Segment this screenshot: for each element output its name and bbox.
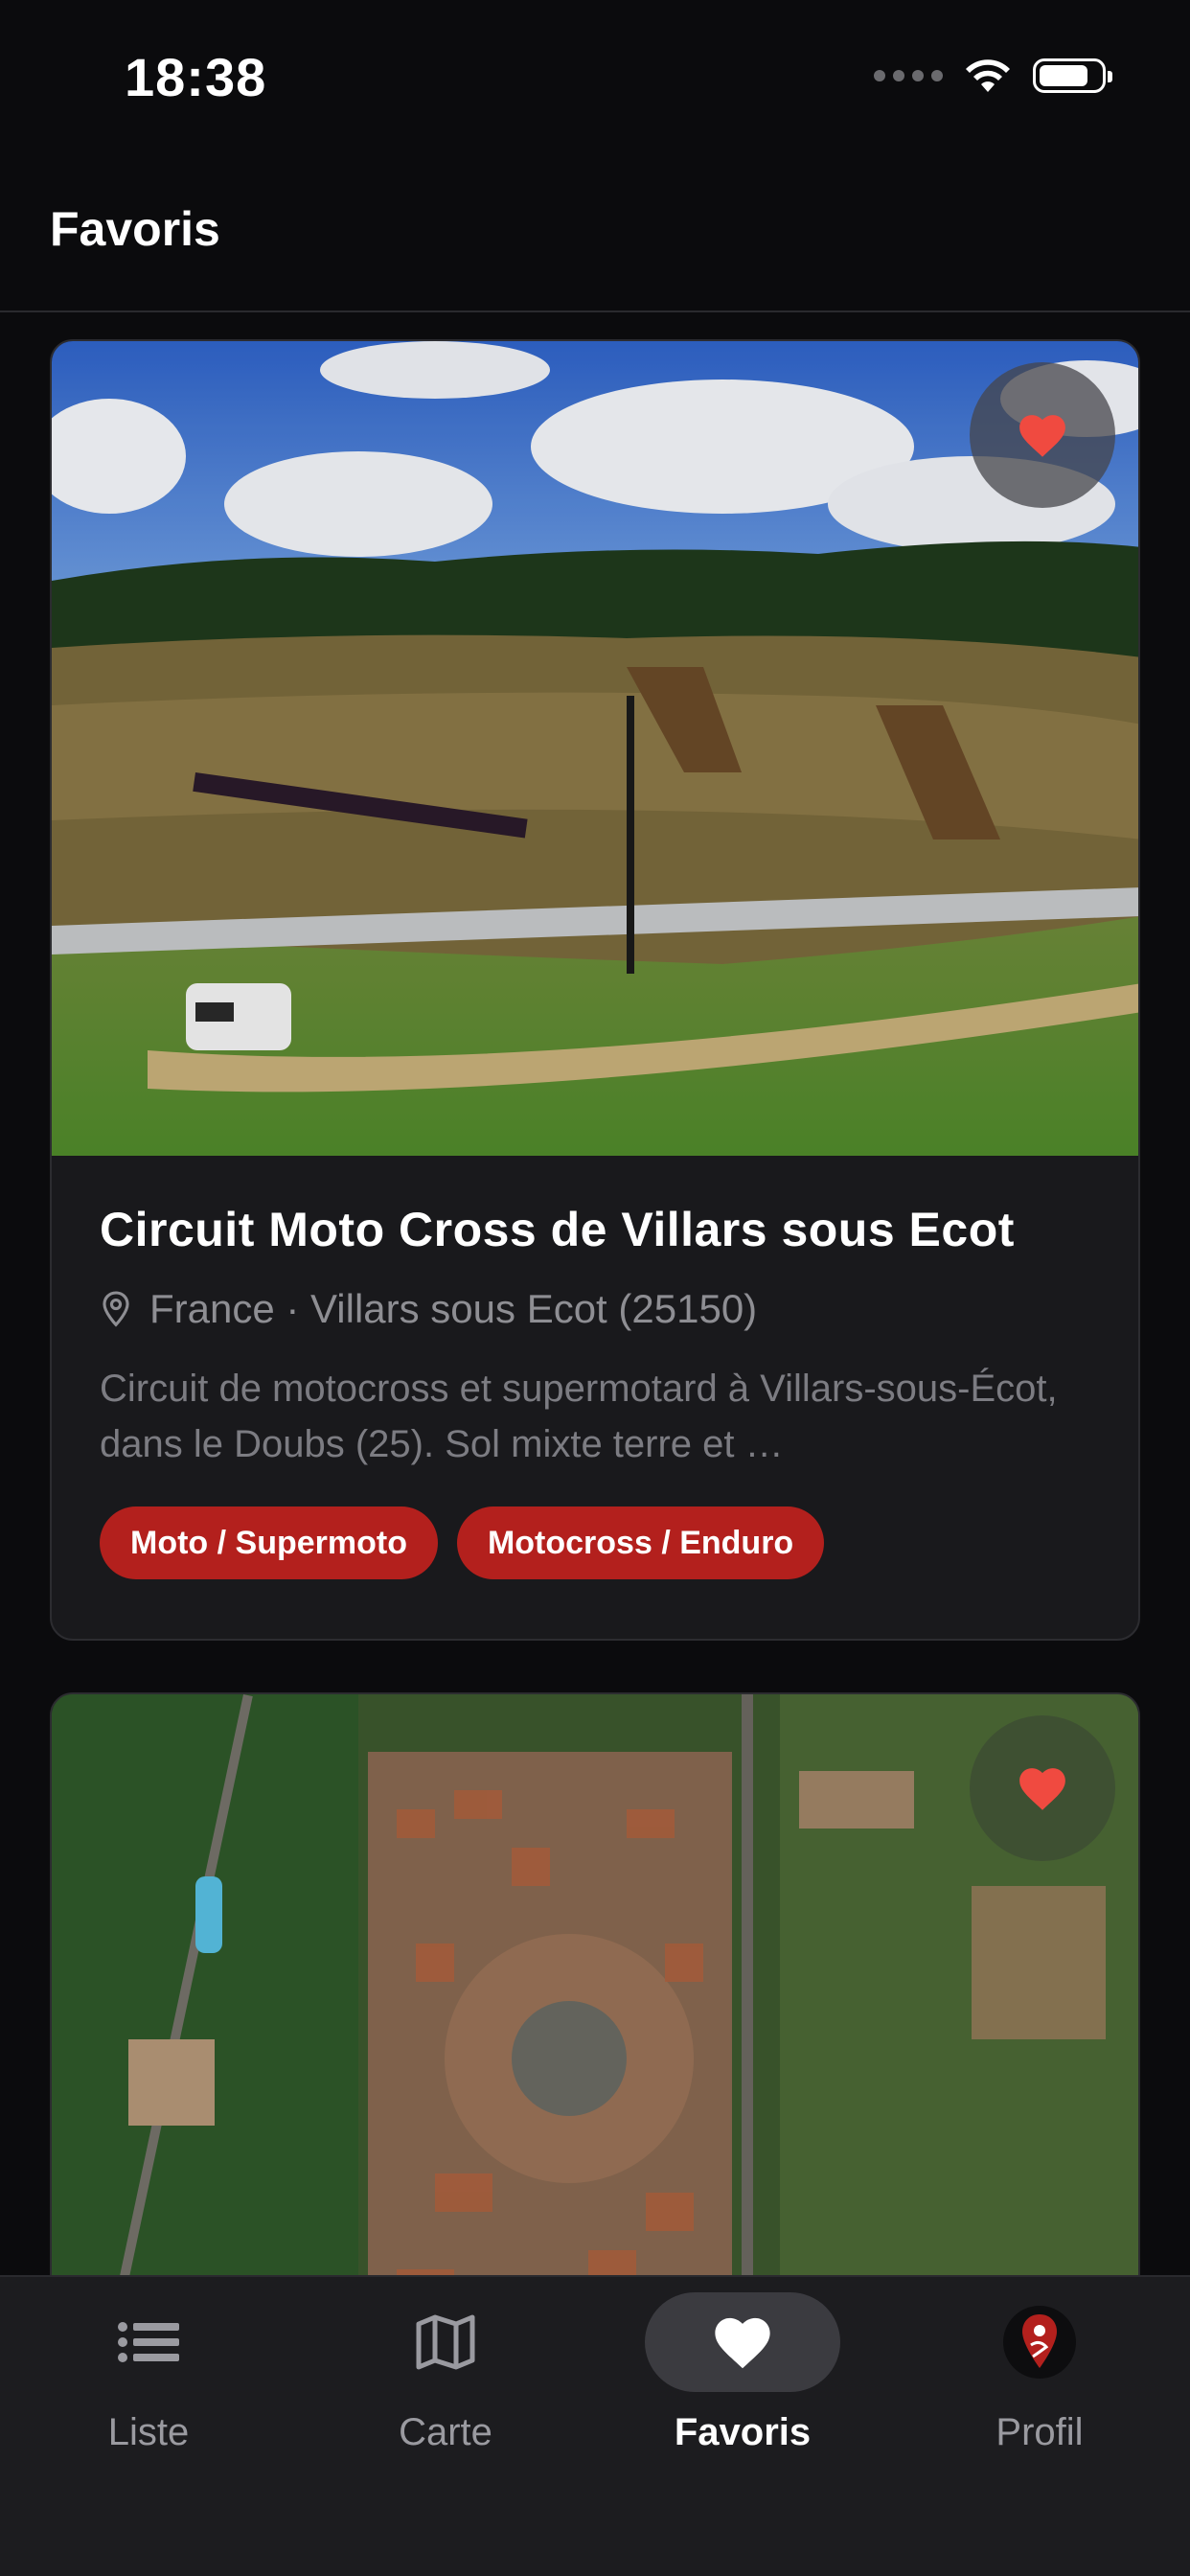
wifi-icon: [966, 59, 1010, 92]
card-location-text: France · Villars sous Ecot (25150): [149, 1286, 758, 1331]
favorite-toggle[interactable]: [970, 1715, 1115, 1861]
card-description: Circuit de motocross et supermotard à Vi…: [100, 1368, 1058, 1465]
list-icon: [118, 2322, 179, 2362]
location-pin-icon: [103, 1291, 129, 1327]
tab-label: Profil: [995, 2411, 1084, 2453]
motocross-track-photo: [52, 341, 1138, 1156]
favorite-card[interactable]: Circuit Moto Cross de Villars sous Ecot …: [50, 339, 1140, 1641]
card-location: France · Villars sous Ecot (25150): [100, 1286, 1090, 1332]
page-title: Favoris: [50, 202, 220, 256]
tag-list: Moto / Supermoto Motocross / Enduro: [100, 1506, 1090, 1579]
page-header: Favoris: [0, 153, 1190, 312]
status-icons: [874, 58, 1112, 94]
tab-label: Favoris: [674, 2411, 812, 2453]
heart-filled-icon: [1019, 1768, 1065, 1810]
favorite-toggle[interactable]: [970, 362, 1115, 508]
tab-label: Carte: [399, 2411, 492, 2453]
tab-carte[interactable]: Carte: [297, 2292, 594, 2484]
tab-liste[interactable]: Liste: [0, 2292, 297, 2484]
tab-favoris[interactable]: Favoris: [594, 2292, 891, 2484]
tag-chip[interactable]: Motocross / Enduro: [456, 1506, 825, 1579]
tab-profil[interactable]: Profil: [891, 2292, 1188, 2484]
status-time: 18:38: [125, 47, 267, 107]
bottom-nav: Liste Carte Favoris Profil: [0, 2275, 1190, 2576]
heart-icon: [715, 2317, 770, 2369]
card-title: Circuit Moto Cross de Villars sous Ecot: [100, 1203, 1015, 1256]
profile-avatar-icon: [1003, 2306, 1076, 2379]
tag-chip[interactable]: Moto / Supermoto: [100, 1506, 438, 1579]
signal-dots-icon: [874, 70, 943, 81]
status-bar: 18:38: [0, 0, 1190, 153]
battery-icon: [1033, 58, 1112, 93]
map-icon: [416, 2314, 475, 2370]
heart-filled-icon: [1019, 415, 1065, 457]
tab-label: Liste: [107, 2411, 190, 2453]
